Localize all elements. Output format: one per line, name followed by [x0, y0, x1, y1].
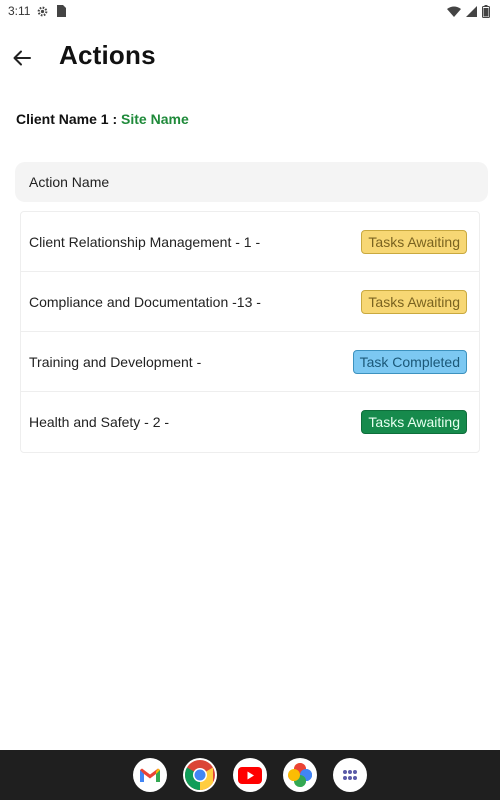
action-row[interactable]: Client Relationship Management - 1 - Tas… — [21, 212, 479, 272]
action-name: Training and Development - — [29, 353, 202, 370]
status-badge: Tasks Awaiting — [361, 229, 467, 254]
status-badge: Tasks Awaiting — [361, 410, 467, 434]
gmail-icon[interactable] — [133, 758, 167, 792]
status-right — [447, 4, 490, 18]
chrome-icon[interactable] — [183, 758, 217, 792]
photos-icon[interactable] — [283, 758, 317, 792]
settings-gear-icon — [36, 5, 49, 18]
client-site-separator: : — [108, 111, 122, 127]
status-badge: Tasks Awaiting — [361, 289, 467, 314]
page-title: Actions — [59, 40, 156, 70]
column-header-action-name: Action Name — [29, 174, 110, 190]
app-dock — [0, 750, 500, 800]
arrow-left-icon — [13, 50, 31, 66]
status-badge: Task Completed — [352, 349, 467, 374]
app-drawer-icon[interactable] — [333, 758, 367, 792]
action-row[interactable]: Health and Safety - 2 - Tasks Awaiting — [21, 392, 479, 452]
client-name: Client Name 1 — [16, 111, 109, 127]
client-site-line: Client Name 1 : Site Name — [16, 111, 189, 127]
sim-card-icon — [55, 5, 67, 17]
table-header: Action Name — [15, 162, 488, 202]
site-name: Site Name — [121, 111, 189, 127]
cell-signal-icon — [466, 5, 477, 17]
wifi-icon — [447, 6, 461, 17]
action-row[interactable]: Compliance and Documentation -13 - Tasks… — [21, 272, 479, 332]
youtube-icon[interactable] — [233, 758, 267, 792]
status-left: 3:11 — [8, 4, 67, 18]
status-bar: 3:11 — [0, 0, 500, 22]
app-header: Actions — [0, 36, 500, 80]
status-time: 3:11 — [8, 4, 31, 18]
battery-icon — [482, 4, 490, 18]
back-button[interactable] — [10, 46, 34, 70]
action-name: Health and Safety - 2 - — [29, 414, 170, 430]
action-row[interactable]: Training and Development - Task Complete… — [21, 332, 479, 392]
action-list: Client Relationship Management - 1 - Tas… — [20, 211, 480, 453]
action-name: Compliance and Documentation -13 - — [29, 293, 261, 310]
action-name: Client Relationship Management - 1 - — [29, 233, 261, 250]
